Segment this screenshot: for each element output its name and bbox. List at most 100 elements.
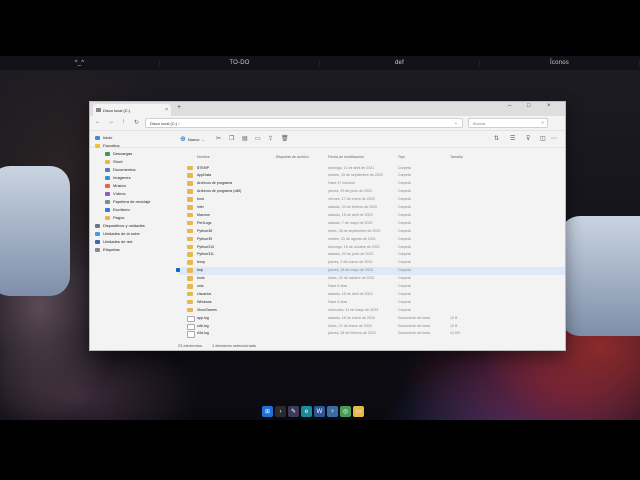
video-icon [105, 191, 110, 196]
table-row[interactable]: Python38 lunes, 28 de septiembre de 2020 C… [179, 227, 565, 235]
sidebar-item-imagenes[interactable]: Imágenes [105, 174, 131, 181]
sidebar-item-documentos[interactable]: Documentos [105, 166, 135, 173]
sidebar-item-etiquetas[interactable]: Etiquetas [95, 246, 120, 253]
checkbox-checked-icon[interactable] [176, 267, 180, 272]
table-row[interactable]: app.log sábado, 18 de enero de 2020 Docume… [179, 314, 565, 323]
home-icon [95, 135, 100, 140]
table-row[interactable]: temp jueves, 2 de marzo de 2023 Carpeta [179, 259, 565, 267]
close-window-icon[interactable]: × [547, 103, 551, 109]
navigation-pane: Inicio Favoritos Descargas Short Documen… [90, 133, 175, 333]
file-date: jueves, 29 de junio de 2023 [328, 189, 372, 194]
column-header-type[interactable]: Tipo [398, 155, 405, 163]
table-row[interactable]: Usuarios sábado, 15 de abril de 2023 Carpe… [179, 290, 565, 298]
document-icon [105, 167, 110, 172]
start-icon[interactable]: ⊞ [262, 406, 273, 417]
top-bar-item[interactable]: ^_^ [0, 60, 160, 66]
sidebar-item-videos[interactable]: Vídeos [105, 190, 125, 197]
table-row[interactable]: d3d.log jueves, 28 de febrero de 2022 Docu… [179, 330, 565, 338]
folder-icon [187, 291, 193, 297]
file-type: Carpeta [398, 236, 411, 241]
column-header-size[interactable]: Tamaño [450, 155, 463, 163]
up-icon[interactable]: ↑ [122, 119, 125, 125]
sidebar-item-escritorio[interactable]: Escritorio [105, 206, 130, 213]
file-explorer-icon[interactable]: ▭ [353, 406, 364, 417]
top-bar-item[interactable]: TO-DO [160, 60, 320, 66]
table-row[interactable]: tools lunes, 31 de octubre de 2022 Carpeta [179, 275, 565, 283]
file-date: Hace 4 días [328, 299, 348, 304]
terminal-icon[interactable]: › [275, 406, 286, 417]
sidebar-item-pagos[interactable]: Pagos [105, 214, 124, 221]
folder-icon [187, 252, 193, 257]
sidebar-item-descargas[interactable]: Descargas [105, 150, 132, 157]
add-tab-icon[interactable]: + [177, 104, 181, 111]
folder-icon [187, 212, 193, 218]
folder-icon [187, 181, 193, 186]
back-icon[interactable]: ← [95, 119, 101, 125]
sidebar-item-red[interactable]: Unidades de red [95, 238, 132, 245]
table-row[interactable]: Archivos de programa Hace 47 minutos Carpe… [179, 180, 565, 188]
sidebar-item-label: Dispositivos y unidades [103, 223, 145, 228]
chevron-down-icon[interactable]: ⌄ [454, 120, 458, 126]
folder-icon [187, 276, 193, 281]
table-row[interactable]: Python39 martes, 31 de agosto de 2021 Carp… [179, 235, 565, 243]
maximize-icon[interactable]: □ [527, 103, 531, 109]
table-row[interactable]: boot viernes, 17 de enero de 2020 Carpeta [179, 196, 565, 204]
search-input[interactable]: Buscar ⌕ [468, 118, 548, 128]
table-row[interactable]: Archivos de programa (x86) jueves, 29 de … [179, 188, 565, 196]
table-row[interactable]: intel sábado, 24 de febrero de 2020 Carpet… [179, 204, 565, 212]
sidebar-item-short[interactable]: Short [105, 158, 123, 165]
folder-icon [187, 205, 193, 210]
folder-icon [187, 244, 193, 249]
table-row[interactable]: XboxGames miércoles, 31 de mayo de 2023 Ca… [179, 306, 565, 314]
file-type: Documento de texto [398, 315, 431, 320]
file-date: jueves, 28 de febrero de 2022 [328, 331, 376, 336]
sidebar-item-dispositivos[interactable]: Dispositivos y unidades [95, 222, 145, 229]
wallpaper-sky-left [0, 166, 70, 296]
chrome-icon[interactable]: ◎ [340, 406, 351, 417]
forward-icon[interactable]: → [108, 119, 114, 125]
refresh-icon[interactable]: ↻ [134, 119, 139, 126]
table-row[interactable]: AppData martes, 15 de septiembre de 2020 C… [179, 172, 565, 180]
table-row[interactable]: $TEMP domingo, 11 de abril de 2021 Carpeta [179, 164, 565, 172]
top-bar-item[interactable]: def [320, 60, 480, 66]
file-date: domingo, 11 de abril de 2021 [328, 165, 375, 170]
file-type: Carpeta [398, 291, 411, 296]
editor-icon[interactable]: ✎ [288, 406, 299, 417]
file-size: 10 B [450, 315, 458, 320]
file-type: Carpeta [398, 197, 411, 202]
file-date: Hace 47 minutos [328, 181, 355, 186]
sidebar-item-nube[interactable]: Unidades de la nube [95, 230, 140, 237]
file-type: Carpeta [398, 189, 411, 194]
sidebar-item-papelera[interactable]: Papelera de reciclaje [105, 198, 150, 205]
folder-icon [187, 228, 193, 234]
table-row[interactable]: Macrom sábado, 15 de abril de 2023 Carpeta [179, 211, 565, 219]
top-bar-item[interactable]: Íconos [480, 60, 640, 66]
table-row[interactable]: unis Hace 6 días Carpeta [179, 283, 565, 291]
table-row[interactable]: PerfLogs sábado, 7 de mayo de 2022 Carpeta [179, 219, 565, 227]
column-header-date[interactable]: Fecha de modificación [328, 155, 364, 163]
file-type: Carpeta [398, 268, 411, 273]
table-row[interactable]: Python311 sábado, 24 de junio de 2023 Carp… [179, 251, 565, 259]
image-icon [105, 175, 110, 180]
table-row[interactable]: cdb.log lunes, 27 de enero de 2020 Documen… [179, 322, 565, 330]
column-header-tags[interactable]: Etiquetas de archivo [276, 155, 309, 163]
close-tab-icon[interactable]: × [165, 107, 168, 113]
table-row[interactable]: Windows Hace 4 días Carpeta [179, 298, 565, 306]
tab-disco-local[interactable]: Disco local (C:) × [93, 104, 171, 116]
python-icon[interactable]: ♆ [327, 406, 338, 417]
address-input[interactable]: Disco local (C:) › ⌄ [145, 118, 463, 128]
edge-icon[interactable]: e [301, 406, 312, 417]
file-name: temp [197, 260, 205, 265]
column-header-name[interactable]: Nombre [197, 155, 210, 163]
sidebar-item-musica[interactable]: Música [105, 182, 126, 189]
minimize-icon[interactable]: – [508, 103, 511, 109]
word-icon[interactable]: W [314, 406, 325, 417]
sidebar-item-inicio[interactable]: Inicio [95, 134, 112, 141]
table-row[interactable]: tmp jueves, 18 de mayo de 2023 Carpeta [176, 266, 565, 275]
folder-icon [187, 189, 193, 194]
table-row[interactable]: Python310 domingo, 16 de octubre de 2022 C… [179, 243, 565, 251]
sidebar-item-label: Short [113, 159, 123, 164]
file-name: unis [197, 284, 204, 288]
file-date: Hace 6 días [328, 284, 348, 288]
sidebar-item-favoritos[interactable]: Favoritos [95, 142, 119, 149]
